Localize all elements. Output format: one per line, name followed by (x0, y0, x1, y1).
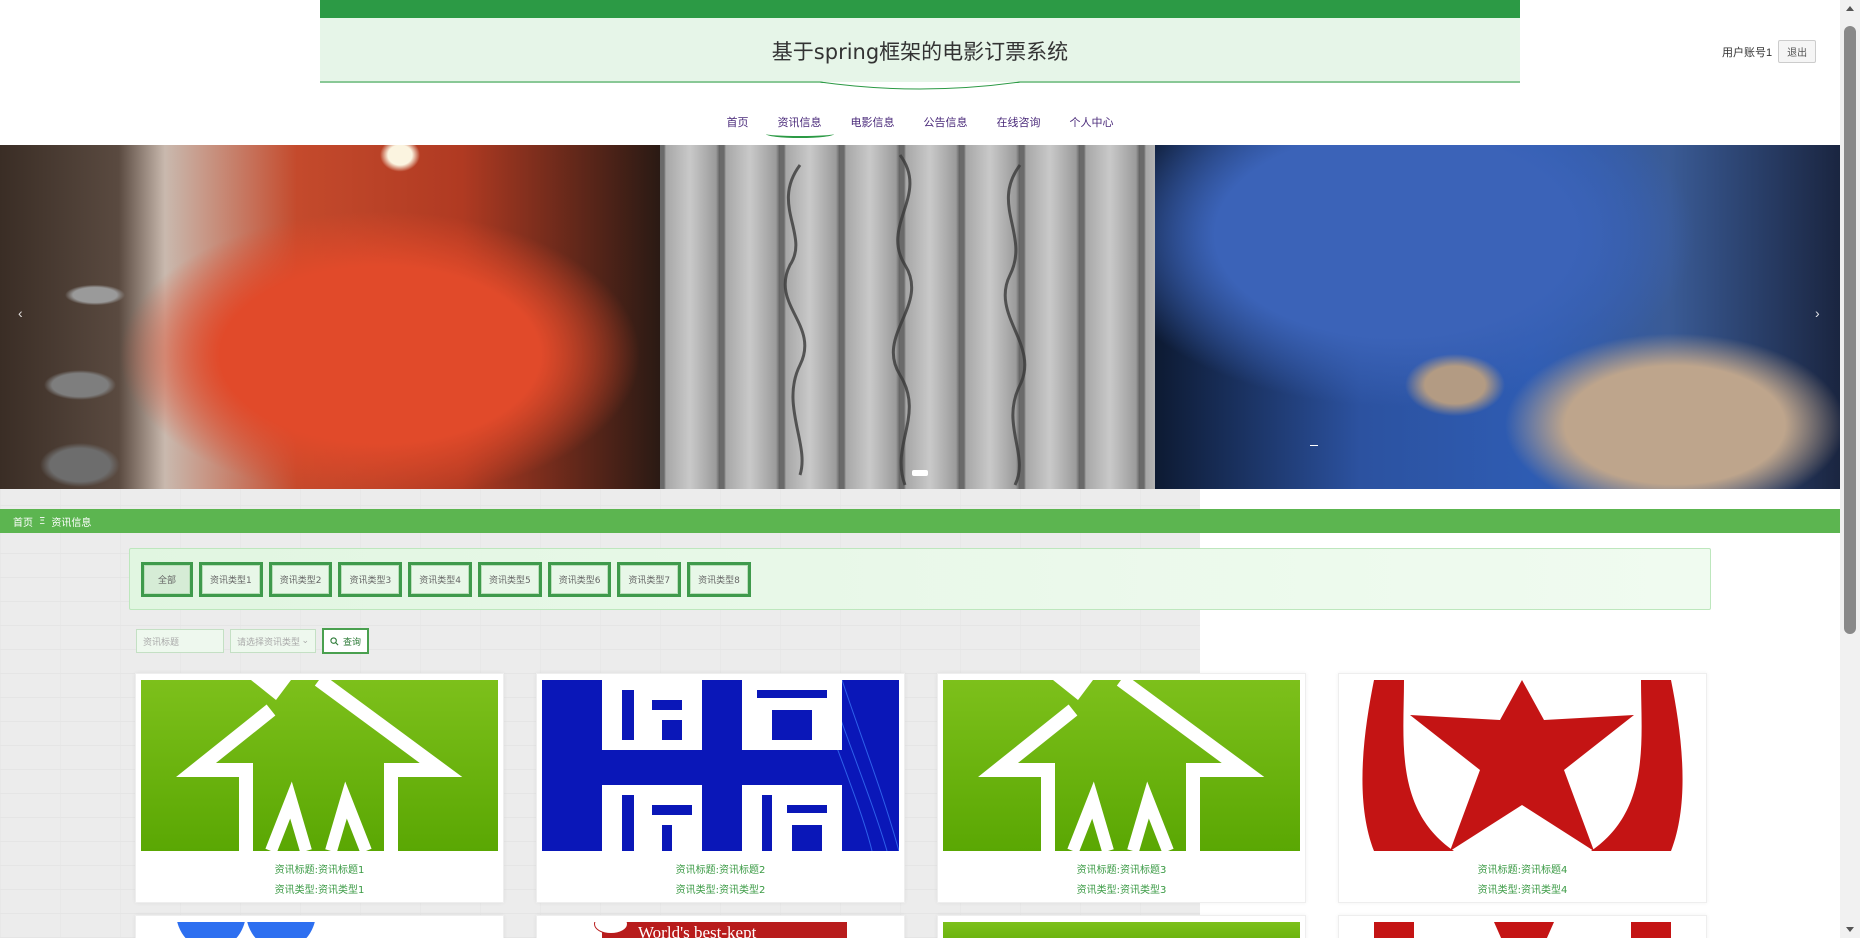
type-filter-bar: 全部 资讯类型1 资讯类型2 资讯类型3 资讯类型4 资讯类型5 资讯类型6 资… (129, 548, 1711, 610)
news-card[interactable]: 资讯标题:资讯标题1 资讯类型:资讯类型1 (135, 673, 504, 903)
card-type: 资讯类型:资讯类型4 (1477, 885, 1568, 896)
news-card[interactable]: World's best-kept (536, 915, 905, 938)
type-filter-5[interactable]: 资讯类型5 (477, 561, 542, 597)
news-card[interactable]: 资讯标题:资讯标题4 资讯类型:资讯类型4 (1338, 673, 1707, 903)
card-image-red-star (1344, 922, 1701, 938)
carousel-next-icon[interactable]: › (1815, 305, 1820, 321)
type-select-placeholder: 请选择资讯类型 (237, 637, 301, 648)
type-filter-all[interactable]: 全部 (141, 561, 194, 597)
chevron-down-icon: ⌄ (301, 636, 309, 646)
card-type: 资讯类型:资讯类型3 (1076, 885, 1167, 896)
type-select[interactable]: 请选择资讯类型 ⌄ (230, 629, 316, 653)
site-header: 基于spring框架的电影订票系统 用户账号1 退出 首页 资讯信息 电影信息 … (0, 0, 1840, 145)
banner-image-blue-face (1155, 145, 1840, 489)
card-image-red-star (1344, 680, 1701, 851)
news-card[interactable] (1338, 915, 1707, 938)
title-arc-decoration (320, 81, 1520, 98)
nav-item-news[interactable]: 资讯信息 (765, 114, 834, 140)
scrollbar-thumb[interactable] (1844, 26, 1856, 634)
card-title: 资讯标题:资讯标题3 (1076, 865, 1167, 876)
carousel-indicator[interactable] (912, 470, 928, 476)
type-filter-3[interactable]: 资讯类型3 (338, 561, 403, 597)
card-title: 资讯标题:资讯标题4 (1477, 865, 1568, 876)
logout-button[interactable]: 退出 (1778, 40, 1817, 63)
breadcrumb-home[interactable]: 首页 (13, 514, 33, 529)
card-image-house-logo (943, 680, 1300, 851)
card-image-epidemic-poster (542, 680, 899, 851)
card-image-blue-logo (141, 922, 498, 938)
scroll-up-icon[interactable] (1846, 6, 1854, 11)
search-button-label: 查询 (343, 637, 362, 648)
type-filter-1[interactable]: 资讯类型1 (199, 561, 263, 597)
card-type: 资讯类型:资讯类型2 (675, 885, 766, 896)
title-banner: 基于spring框架的电影订票系统 (320, 0, 1520, 98)
nav-item-consult[interactable]: 在线咨询 (995, 114, 1043, 140)
nav-item-notices[interactable]: 公告信息 (922, 114, 970, 140)
breadcrumb-separator: Ξ (39, 515, 46, 527)
user-account-label[interactable]: 用户账号1 (1722, 44, 1772, 60)
news-card[interactable] (135, 915, 504, 938)
banner-carousel[interactable]: ‹ › (0, 145, 1840, 489)
newspaper-headline: World's best-kept (638, 923, 757, 938)
card-image-newspaper: World's best-kept (542, 922, 899, 938)
type-filter-7[interactable]: 资讯类型7 (617, 561, 682, 597)
nav-item-profile[interactable]: 个人中心 (1068, 114, 1116, 140)
card-type: 资讯类型:资讯类型1 (274, 885, 365, 896)
search-icon (330, 636, 339, 645)
banner-image-orc-face (0, 145, 660, 489)
type-filter-2[interactable]: 资讯类型2 (268, 561, 333, 597)
card-image-house-logo (943, 922, 1300, 938)
breadcrumb: 首页 Ξ 资讯信息 (0, 509, 1840, 533)
type-filter-8[interactable]: 资讯类型8 (687, 561, 751, 597)
scroll-down-icon[interactable] (1846, 927, 1854, 932)
page-scrollbar[interactable] (1840, 0, 1860, 938)
type-filter-4[interactable]: 资讯类型4 (408, 561, 472, 597)
site-title: 基于spring框架的电影订票系统 (771, 40, 1069, 64)
type-filter-6[interactable]: 资讯类型6 (547, 561, 612, 597)
carousel-prev-icon[interactable]: ‹ (18, 305, 23, 321)
card-title: 资讯标题:资讯标题2 (675, 865, 766, 876)
search-button[interactable]: 查询 (322, 628, 370, 654)
news-card[interactable]: 资讯标题:资讯标题3 资讯类型:资讯类型3 (937, 673, 1306, 903)
banner-image-sword (660, 145, 1155, 489)
user-area: 用户账号1 退出 (1722, 40, 1817, 63)
nav-item-movies[interactable]: 电影信息 (849, 114, 897, 140)
title-top-bar (320, 0, 1520, 18)
card-title: 资讯标题:资讯标题1 (274, 865, 365, 876)
nav-item-home[interactable]: 首页 (725, 114, 751, 140)
breadcrumb-current: 资讯信息 (51, 517, 92, 529)
news-card[interactable]: 资讯标题:资讯标题2 资讯类型:资讯类型2 (536, 673, 905, 903)
news-card[interactable] (937, 915, 1306, 938)
title-search-input[interactable]: 资讯标题 (136, 629, 224, 653)
search-row: 资讯标题 请选择资讯类型 ⌄ 查询 (136, 628, 370, 654)
card-image-house-logo (141, 680, 498, 851)
main-nav: 首页 资讯信息 电影信息 公告信息 在线咨询 个人中心 (0, 114, 1840, 140)
banner-mark (1310, 445, 1318, 446)
